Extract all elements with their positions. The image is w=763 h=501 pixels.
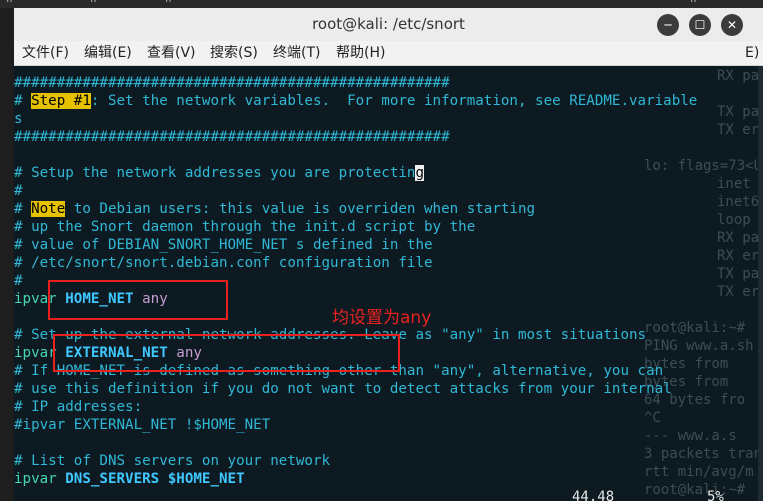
code-line: # Step #1: Set the network variables. Fo… xyxy=(14,92,697,110)
menu-file[interactable]: 文件(F) xyxy=(22,41,69,65)
code-line: # value of DEBIAN_SNORT_HOME_NET s defin… xyxy=(14,237,433,253)
code-line: # xyxy=(14,183,23,199)
keyword: ipvar xyxy=(14,471,66,487)
bg-line: TX er xyxy=(717,122,760,138)
cursor-position: 44,48 xyxy=(572,489,615,501)
top-bar-item: ll xyxy=(165,0,172,5)
title-bar: root@kali: /etc/snort ─ ☐ ✕ xyxy=(14,8,763,41)
menu-edge-label: E) xyxy=(745,45,760,61)
window-title: root@kali: /etc/snort xyxy=(312,15,465,33)
bg-line: root@kali:~# xyxy=(644,482,746,498)
code-text: : Set the network variables. For more in… xyxy=(90,93,698,109)
menu-edit[interactable]: 编辑(E) xyxy=(84,41,132,65)
bg-line: PING www.a.sh xyxy=(644,338,754,354)
code-text: # Setup the network addresses you are pr… xyxy=(14,165,407,181)
code-line: # Setup the network addresses you are pr… xyxy=(14,164,425,182)
bg-line: TX err xyxy=(717,284,763,300)
top-bar-item: ll xyxy=(90,0,97,5)
code-line: #ipvar EXTERNAL_NET !$HOME_NET xyxy=(14,417,271,433)
code-text: # xyxy=(14,93,32,109)
bg-line: lo: flags=73<U xyxy=(644,158,763,174)
code-line: # /etc/snort/snort.debian.conf configura… xyxy=(14,255,433,271)
desktop-top-bar: ll ll ll ll xyxy=(0,0,763,8)
terminal-area[interactable]: RX pac TX pac TX er lo: flags=73<U inet … xyxy=(14,66,763,501)
menu-bar: 文件(F) 编辑(E) 查看(V) 搜索(S) 终端(T) 帮助(H) E) xyxy=(14,41,763,66)
note-highlight: Note xyxy=(31,201,66,217)
bg-line: --- www.a.s xyxy=(644,428,737,444)
text-cursor: g xyxy=(415,165,425,181)
code-line: # Note to Debian users: this value is ov… xyxy=(14,200,535,218)
menu-search[interactable]: 搜索(S) xyxy=(210,41,258,65)
minimize-button[interactable]: ─ xyxy=(657,14,679,36)
bg-line: inet xyxy=(717,176,751,192)
variable-value: $HOME_NET xyxy=(159,471,245,487)
bg-line: RX pac xyxy=(717,68,763,84)
bg-line: loop xyxy=(717,212,751,228)
bg-line: RX err xyxy=(717,248,763,264)
bg-line: root@kali:~# xyxy=(644,320,746,336)
scrollbar[interactable] xyxy=(758,66,763,501)
menu-terminal[interactable]: 终端(T) xyxy=(273,41,320,65)
menu-help[interactable]: 帮助(H) xyxy=(336,41,385,65)
bg-line: TX pac xyxy=(717,104,763,120)
scroll-percent: 5% xyxy=(707,489,724,501)
code-line: # use this definition if you do not want… xyxy=(14,381,672,397)
menu-view[interactable]: 查看(V) xyxy=(147,41,196,65)
code-line: ########################################… xyxy=(14,129,450,145)
bg-line: RX pac xyxy=(717,230,763,246)
annotation-text: 均设置为any xyxy=(332,308,432,328)
code-line: s xyxy=(14,111,23,127)
top-bar-item: ll xyxy=(6,0,13,5)
maximize-button[interactable]: ☐ xyxy=(689,14,711,36)
bg-line: 3 packets tran xyxy=(644,446,763,462)
code-text: to Debian users: this value is overriden… xyxy=(65,201,536,217)
bg-line: rtt min/avg/m xyxy=(644,464,754,480)
variable-name: DNS_SERVERS xyxy=(65,471,160,487)
code-line: # up the Snort daemon through the init.d… xyxy=(14,219,476,235)
code-line: # List of DNS servers on your network xyxy=(14,453,331,469)
close-button[interactable]: ✕ xyxy=(721,14,743,36)
terminal-window: root@kali: /etc/snort ─ ☐ ✕ 文件(F) 编辑(E) … xyxy=(14,8,763,501)
top-bar-item: ll xyxy=(690,0,697,5)
home-net-highlight-box xyxy=(48,280,228,320)
bg-line: TX pac xyxy=(717,266,763,282)
bg-line: ^C xyxy=(644,410,661,426)
bg-line: inet6 xyxy=(717,194,760,210)
step-highlight: Step #1 xyxy=(31,93,91,109)
code-line: # IP addresses: xyxy=(14,399,143,415)
code-text: # xyxy=(14,201,32,217)
code-line: # xyxy=(14,273,23,289)
code-line: ########################################… xyxy=(14,75,450,91)
code-line: ipvar DNS_SERVERS $HOME_NET xyxy=(14,470,245,488)
external-net-highlight-box xyxy=(53,334,400,372)
background-terminal: RX pac TX pac TX er lo: flags=73<U inet … xyxy=(642,66,763,501)
